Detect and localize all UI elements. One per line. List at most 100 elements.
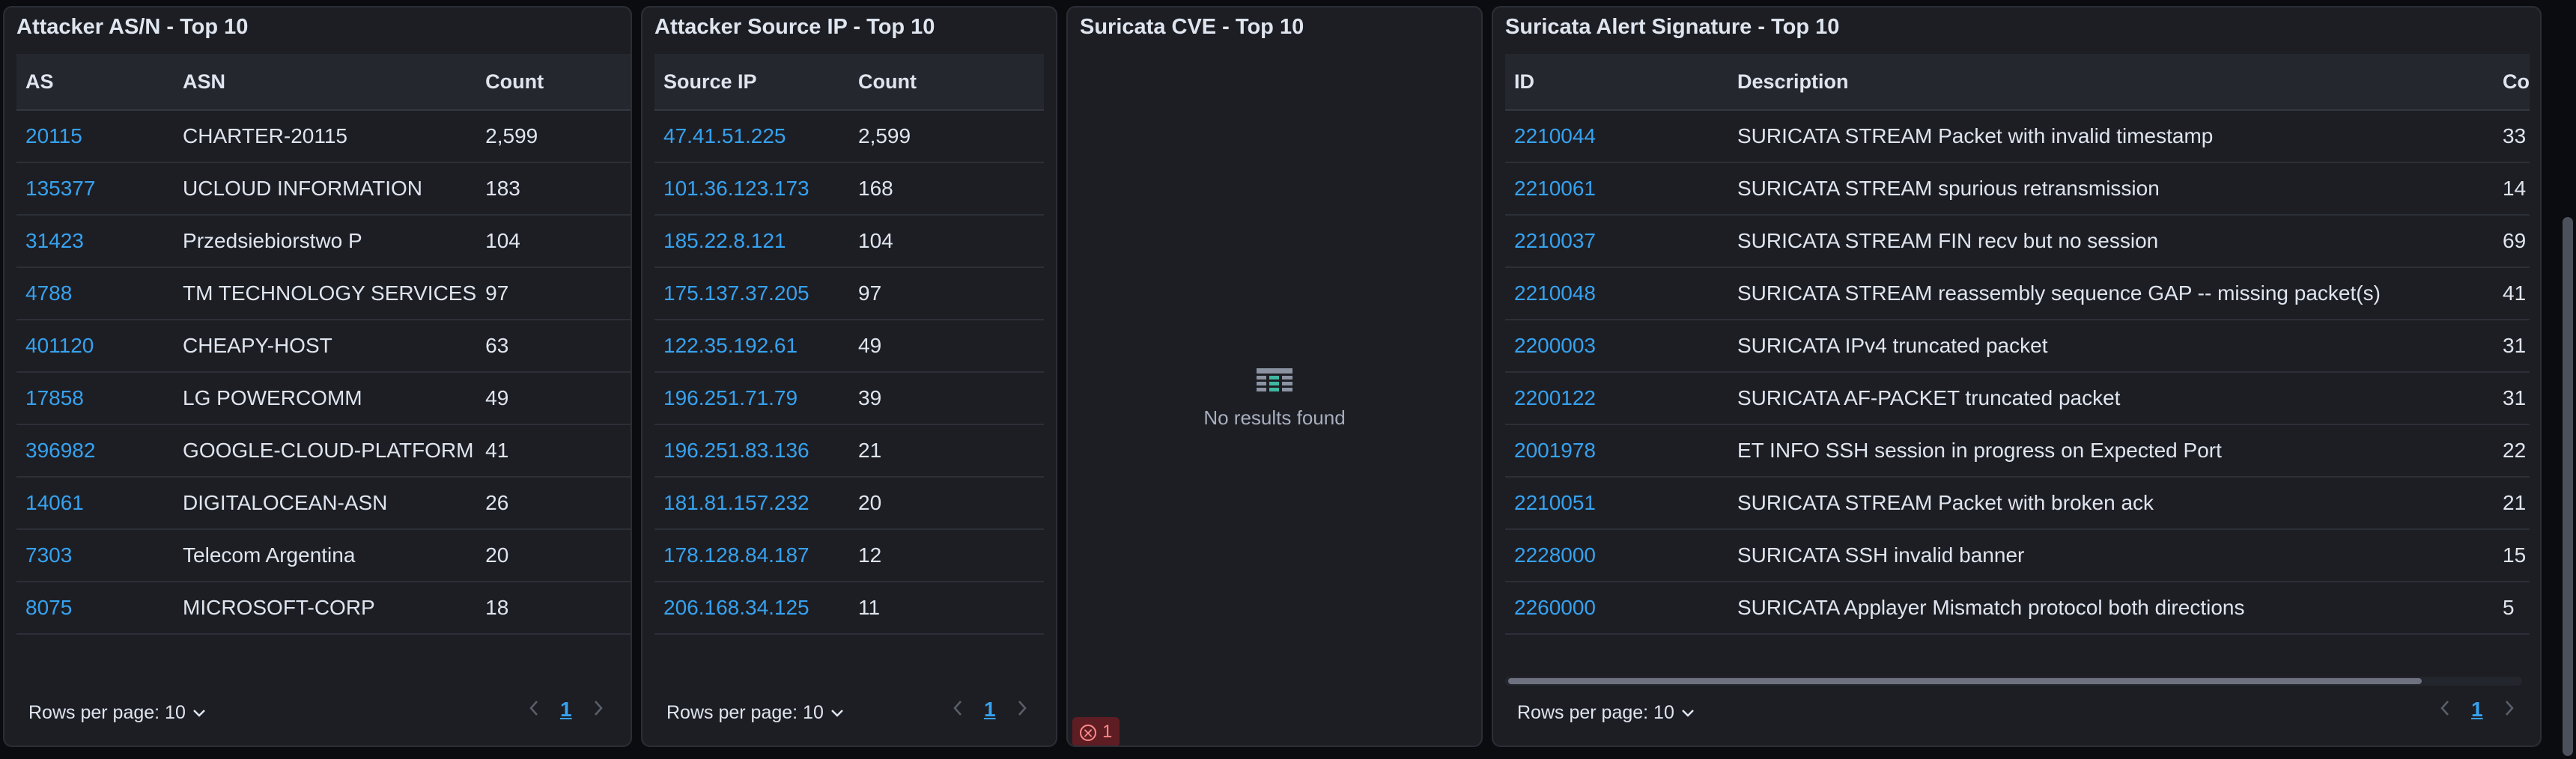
asn-name-cell: GOOGLE-CLOUD-PLATFORM: [174, 424, 477, 478]
as-number-link[interactable]: 396982: [16, 424, 174, 478]
chevron-right-icon[interactable]: [1017, 698, 1027, 722]
source-ip-link[interactable]: 47.41.51.225: [654, 110, 849, 163]
signature-id-link[interactable]: 2260000: [1505, 582, 1728, 635]
column-header-source-ip[interactable]: Source IP: [654, 54, 849, 111]
table-row: 401120 CHEAPY-HOST 63: [16, 320, 631, 373]
signature-id-link[interactable]: 2200003: [1505, 320, 1728, 373]
asn-name-cell: CHARTER-20115: [174, 110, 477, 163]
table-row: 2001978 ET INFO SSH session in progress o…: [1505, 424, 2530, 478]
count-cell: 20: [476, 529, 631, 582]
count-cell: 104: [849, 215, 1044, 268]
table-row: 101.36.123.173 168: [654, 162, 1044, 216]
column-header-count[interactable]: Co: [2494, 54, 2530, 111]
description-cell: ET INFO SSH session in progress on Expec…: [1728, 424, 2494, 478]
source-ip-link[interactable]: 206.168.34.125: [654, 582, 849, 635]
page-1-button[interactable]: 1: [560, 698, 572, 722]
column-header-description[interactable]: Description: [1728, 54, 2494, 111]
count-cell: 69: [2494, 215, 2530, 268]
chevron-right-icon[interactable]: [593, 698, 604, 722]
source-ip-link[interactable]: 178.128.84.187: [654, 529, 849, 582]
count-cell: 5: [2494, 582, 2530, 635]
description-cell: SURICATA STREAM reassembly sequence GAP …: [1728, 267, 2494, 320]
source-ip-link[interactable]: 185.22.8.121: [654, 215, 849, 268]
scrollbar-thumb[interactable]: [1508, 678, 2422, 684]
column-header-as[interactable]: AS: [16, 54, 174, 111]
signature-id-link[interactable]: 2210061: [1505, 162, 1728, 216]
asn-name-cell: LG POWERCOMM: [174, 372, 477, 425]
signature-id-link[interactable]: 2210051: [1505, 477, 1728, 530]
as-number-link[interactable]: 401120: [16, 320, 174, 373]
column-header-id[interactable]: ID: [1505, 54, 1728, 111]
count-cell: 12: [849, 529, 1044, 582]
table-header-row: Source IP Count: [654, 54, 1044, 111]
error-circle-icon: ✕: [1080, 724, 1096, 741]
column-header-count[interactable]: Count: [476, 54, 631, 111]
source-ip-link[interactable]: 101.36.123.173: [654, 162, 849, 216]
table-row: 47.41.51.225 2,599: [654, 110, 1044, 163]
count-cell: 20: [849, 477, 1044, 530]
chevron-left-icon[interactable]: [2440, 698, 2450, 722]
signature-id-link[interactable]: 2200122: [1505, 372, 1728, 425]
signature-id-link[interactable]: 2210037: [1505, 215, 1728, 268]
table-header-row: ID Description Co: [1505, 54, 2530, 111]
error-badge[interactable]: ✕ 1: [1072, 717, 1120, 746]
empty-message: No results found: [1203, 406, 1346, 429]
count-cell: 2,599: [476, 110, 631, 163]
rows-per-page-button[interactable]: Rows per page: 10: [28, 702, 207, 724]
rows-per-page-button[interactable]: Rows per page: 10: [666, 702, 845, 724]
chevron-left-icon[interactable]: [953, 698, 963, 722]
as-number-link[interactable]: 14061: [16, 477, 174, 530]
column-header-count[interactable]: Count: [849, 54, 1044, 111]
source-ip-link[interactable]: 122.35.192.61: [654, 320, 849, 373]
asn-table-body: 20115 CHARTER-20115 2,599 135377 UCLOUD INFO…: [16, 110, 631, 635]
count-cell: 21: [2494, 477, 2530, 530]
source-ip-link[interactable]: 196.251.83.136: [654, 424, 849, 478]
description-cell: SURICATA STREAM FIN recv but no session: [1728, 215, 2494, 268]
count-cell: 33: [2494, 110, 2530, 163]
chevron-right-icon[interactable]: [2504, 698, 2515, 722]
source-ip-link[interactable]: 181.81.157.232: [654, 477, 849, 530]
signature-id-link[interactable]: 2210044: [1505, 110, 1728, 163]
description-cell: SURICATA STREAM Packet with invalid time…: [1728, 110, 2494, 163]
empty-state: No results found: [1068, 367, 1481, 430]
panel-attacker-source-ip: Attacker Source IP - Top 10 Source IP Co…: [641, 6, 1057, 747]
horizontal-scrollbar[interactable]: [1505, 677, 2522, 686]
count-cell: 183: [476, 162, 631, 216]
table-row: 2210044 SURICATA STREAM Packet with inval…: [1505, 110, 2530, 163]
as-number-link[interactable]: 135377: [16, 162, 174, 216]
page-1-button[interactable]: 1: [2471, 698, 2483, 722]
as-number-link[interactable]: 8075: [16, 582, 174, 635]
count-cell: 49: [849, 320, 1044, 373]
asn-name-cell: Telecom Argentina: [174, 529, 477, 582]
table-row: 7303 Telecom Argentina 20: [16, 529, 631, 582]
pagination: 1: [942, 698, 1038, 722]
table-row: 17858 LG POWERCOMM 49: [16, 372, 631, 425]
as-number-link[interactable]: 20115: [16, 110, 174, 163]
description-cell: SURICATA Applayer Mismatch protocol both…: [1728, 582, 2494, 635]
signature-id-link[interactable]: 2001978: [1505, 424, 1728, 478]
column-header-asn[interactable]: ASN: [174, 54, 477, 111]
count-cell: 168: [849, 162, 1044, 216]
signature-table: ID Description Co 2210044 SURICATA STREAM…: [1505, 54, 2530, 635]
as-number-link[interactable]: 7303: [16, 529, 174, 582]
source-ip-table: Source IP Count 47.41.51.225 2,599 101.36.…: [654, 54, 1044, 635]
table-row: 20115 CHARTER-20115 2,599: [16, 110, 631, 163]
signature-id-link[interactable]: 2228000: [1505, 529, 1728, 582]
as-number-link[interactable]: 31423: [16, 215, 174, 268]
source-ip-link[interactable]: 175.137.37.205: [654, 267, 849, 320]
source-ip-link[interactable]: 196.251.71.79: [654, 372, 849, 425]
count-cell: 21: [849, 424, 1044, 478]
table-row: 14061 DIGITALOCEAN-ASN 26: [16, 477, 631, 530]
table-row: 178.128.84.187 12: [654, 529, 1044, 582]
signature-id-link[interactable]: 2210048: [1505, 267, 1728, 320]
table-row: 206.168.34.125 11: [654, 582, 1044, 635]
page-vertical-scrollbar[interactable]: [2563, 217, 2573, 756]
rows-per-page-button[interactable]: Rows per page: 10: [1517, 702, 1695, 724]
asn-name-cell: MICROSOFT-CORP: [174, 582, 477, 635]
chevron-left-icon[interactable]: [529, 698, 539, 722]
page-1-button[interactable]: 1: [984, 698, 996, 722]
as-number-link[interactable]: 17858: [16, 372, 174, 425]
as-number-link[interactable]: 4788: [16, 267, 174, 320]
table-row: 181.81.157.232 20: [654, 477, 1044, 530]
table-row: 2200003 SURICATA IPv4 truncated packet 31: [1505, 320, 2530, 373]
